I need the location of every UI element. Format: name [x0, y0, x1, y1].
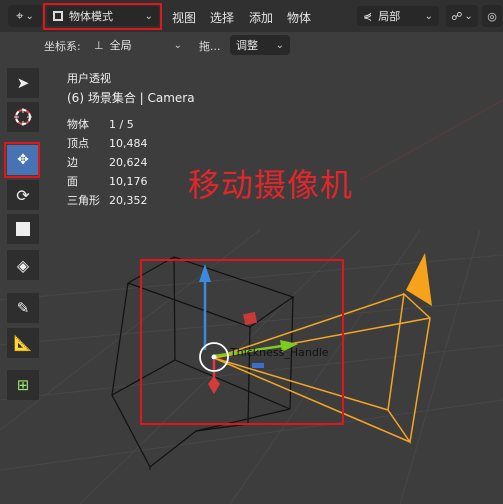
camera-highlight-box	[140, 259, 344, 425]
camera-up-triangle	[406, 253, 432, 306]
scene: Thickness_Handle	[111, 253, 432, 470]
